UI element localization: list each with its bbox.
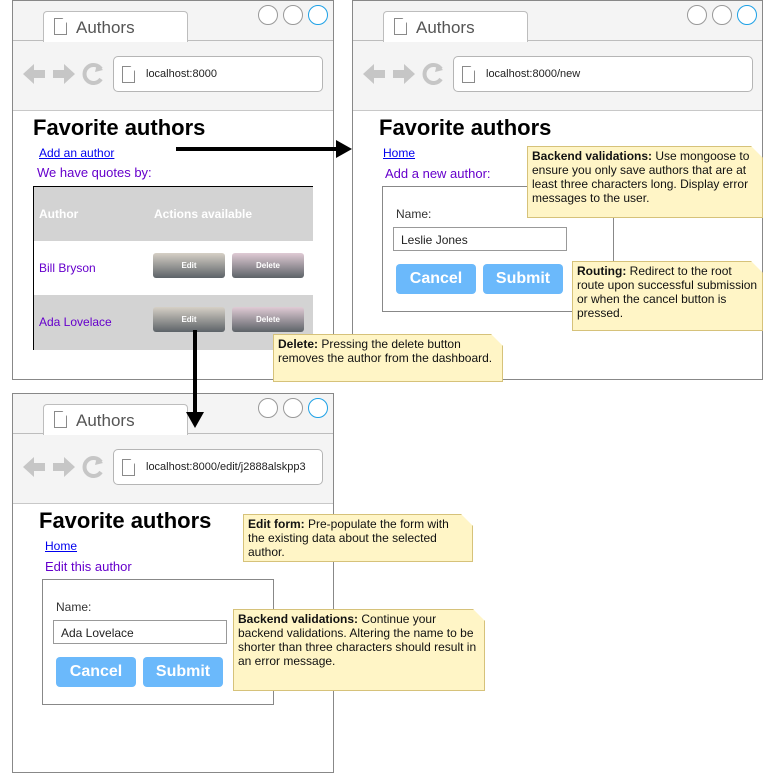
back-arrow-icon[interactable] xyxy=(23,64,45,84)
author-name: Ada Lovelace xyxy=(39,315,112,329)
window-circle-icon[interactable] xyxy=(258,5,278,25)
browser-window-list: Authors localhost:8000 Favorite authors … xyxy=(12,0,334,380)
back-arrow-icon[interactable] xyxy=(363,64,385,84)
submit-button[interactable]: Submit xyxy=(143,657,223,687)
page-icon xyxy=(462,66,475,83)
window-circle-icon[interactable] xyxy=(258,398,278,418)
table-row: Bill Bryson xyxy=(34,241,151,296)
note-backend-validations-edit: Backend validations: Continue your backe… xyxy=(233,609,485,691)
browser-tab[interactable]: Authors xyxy=(43,404,188,435)
nav-buttons xyxy=(23,63,103,85)
tab-title: Authors xyxy=(416,18,475,37)
table-header-cell: Author xyxy=(34,187,151,242)
name-label: Name: xyxy=(396,207,432,221)
name-input[interactable]: Leslie Jones xyxy=(393,227,567,251)
quotes-by-text: We have quotes by: xyxy=(37,165,152,180)
forward-arrow-icon[interactable] xyxy=(53,457,75,477)
window-circle-icon[interactable] xyxy=(283,398,303,418)
window-circle-icon[interactable] xyxy=(687,5,707,25)
browser-tab[interactable]: Authors xyxy=(43,11,188,42)
url-text: localhost:8000 xyxy=(146,68,217,80)
forward-arrow-icon[interactable] xyxy=(393,64,415,84)
address-bar[interactable]: localhost:8000 xyxy=(113,56,323,92)
page-icon xyxy=(122,66,135,83)
nav-buttons xyxy=(363,63,443,85)
note-routing: Routing: Redirect to the root route upon… xyxy=(572,261,763,331)
home-link[interactable]: Home xyxy=(45,539,77,553)
cancel-button[interactable]: Cancel xyxy=(56,657,136,687)
cancel-button[interactable]: Cancel xyxy=(396,264,476,294)
edit-button[interactable]: Edit xyxy=(153,307,225,332)
delete-button[interactable]: Delete xyxy=(232,253,304,278)
forward-arrow-icon[interactable] xyxy=(53,64,75,84)
address-bar[interactable]: localhost:8000/new xyxy=(453,56,753,92)
note-edit-form: Edit form: Pre-populate the form with th… xyxy=(243,514,473,562)
name-label: Name: xyxy=(56,600,92,614)
page-icon xyxy=(54,18,67,35)
edit-button[interactable]: Edit xyxy=(153,253,225,278)
browser-window-edit: Authors localhost:8000/edit/j2888alskpp3… xyxy=(12,393,334,773)
name-input[interactable]: Ada Lovelace xyxy=(53,620,227,644)
edit-author-heading: Edit this author xyxy=(45,559,132,574)
authors-table: Author Actions available Bill Bryson Edi… xyxy=(33,186,313,350)
window-circle-icon[interactable] xyxy=(308,5,328,25)
url-text: localhost:8000/edit/j2888alskpp3 xyxy=(146,461,306,473)
browser-chrome: Authors localhost:8000/edit/j2888alskpp3 xyxy=(13,394,333,504)
address-bar[interactable]: localhost:8000/edit/j2888alskpp3 xyxy=(113,449,323,485)
add-author-link[interactable]: Add an author xyxy=(39,146,114,160)
page-title: Favorite authors xyxy=(379,115,552,140)
author-name: Bill Bryson xyxy=(39,261,96,275)
url-text: localhost:8000/new xyxy=(486,68,581,80)
browser-chrome: Authors localhost:8000 xyxy=(13,1,333,111)
window-circle-icon[interactable] xyxy=(283,5,303,25)
page-icon xyxy=(394,18,407,35)
nav-buttons xyxy=(23,456,103,478)
window-circle-icon[interactable] xyxy=(737,5,757,25)
browser-tab[interactable]: Authors xyxy=(383,11,528,42)
submit-button[interactable]: Submit xyxy=(483,264,563,294)
window-circle-icon[interactable] xyxy=(308,398,328,418)
table-row-actions: Edit Delete xyxy=(150,241,313,296)
tab-title: Authors xyxy=(76,411,135,430)
tab-title: Authors xyxy=(76,18,135,37)
window-circle-icon[interactable] xyxy=(712,5,732,25)
browser-chrome: Authors localhost:8000/new xyxy=(353,1,762,111)
delete-button[interactable]: Delete xyxy=(232,307,304,332)
arrowhead-icon xyxy=(336,140,352,158)
back-arrow-icon[interactable] xyxy=(23,457,45,477)
table-row: Ada Lovelace xyxy=(34,295,151,350)
home-link[interactable]: Home xyxy=(383,146,415,160)
page-icon xyxy=(54,411,67,428)
page-title: Favorite authors xyxy=(39,508,212,533)
page-icon xyxy=(122,459,135,476)
note-delete: Delete: Pressing the delete button remov… xyxy=(273,334,503,382)
note-backend-validations-new: Backend validations: Use mongoose to ens… xyxy=(527,146,763,218)
page-title: Favorite authors xyxy=(33,115,206,140)
add-author-heading: Add a new author: xyxy=(385,166,491,181)
table-header-cell: Actions available xyxy=(150,187,313,242)
